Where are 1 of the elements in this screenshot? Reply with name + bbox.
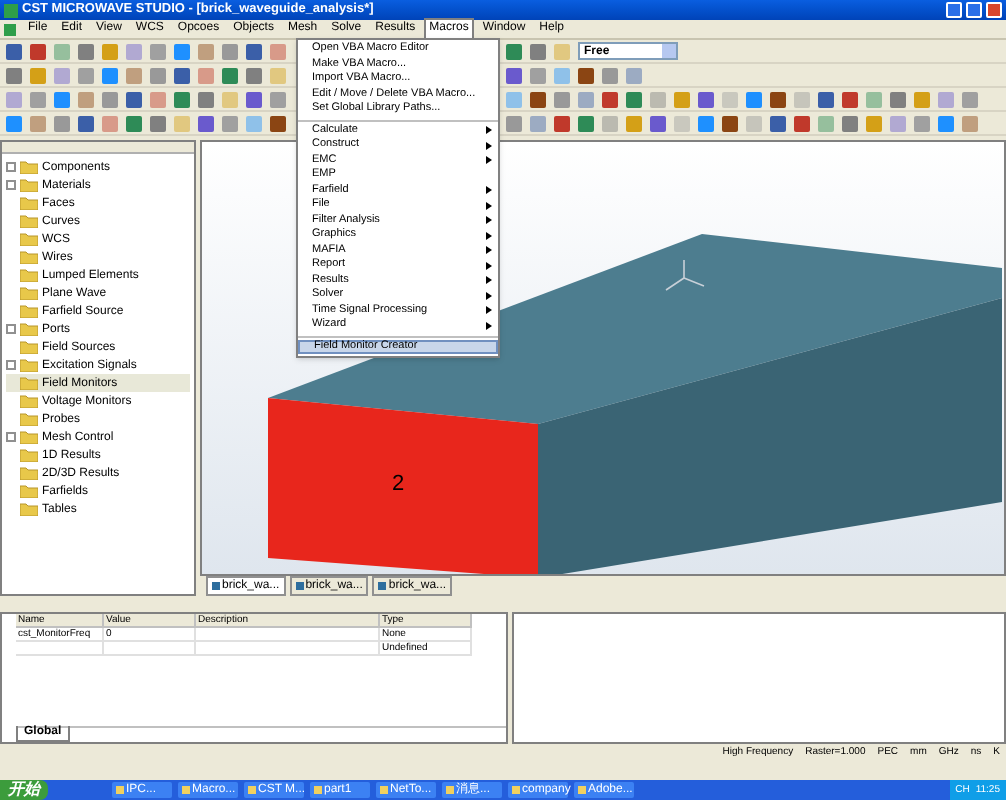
port-label: 2 bbox=[392, 474, 405, 496]
